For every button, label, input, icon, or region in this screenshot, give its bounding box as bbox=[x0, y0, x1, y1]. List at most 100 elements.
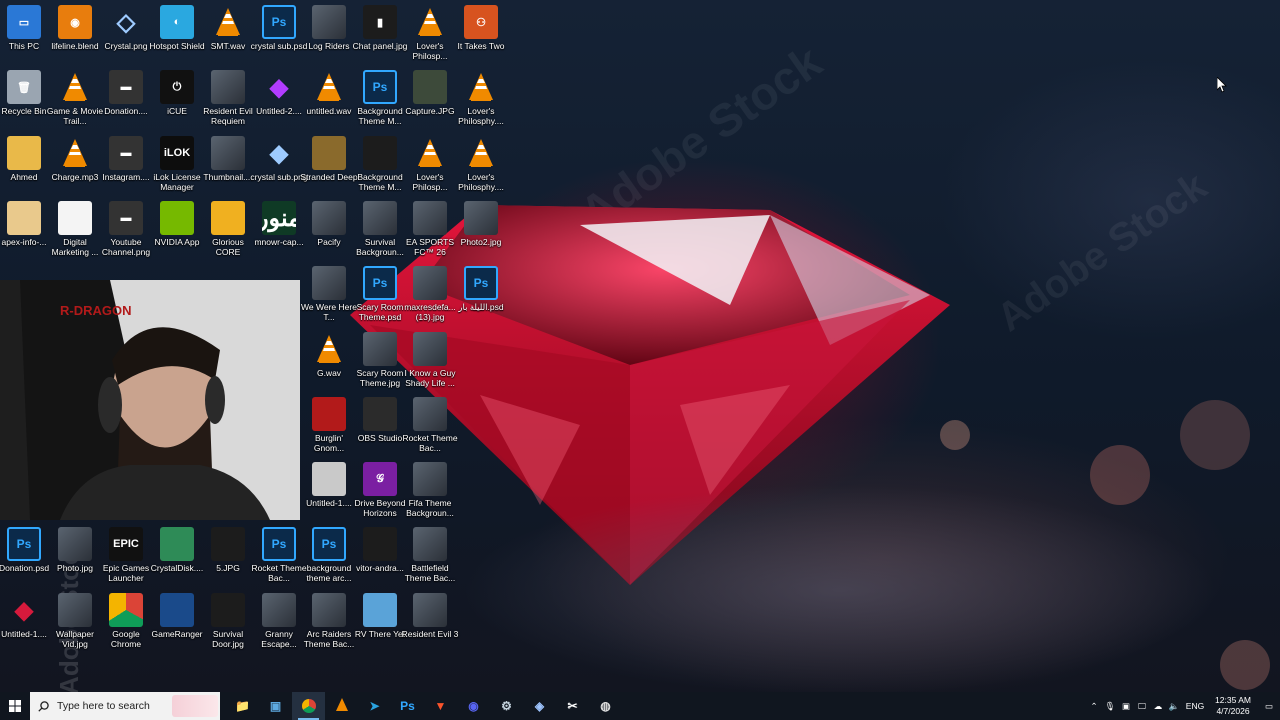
desktop-icon[interactable]: ⚇ It Takes Two bbox=[455, 5, 507, 51]
desktop-icon[interactable]: I Know a Guy Shady Life ... bbox=[404, 332, 456, 388]
clock[interactable]: 12:35 AM 4/7/2026 bbox=[1208, 695, 1258, 717]
desktop-icon[interactable]: ⏻ iCUE bbox=[151, 70, 203, 116]
desktop-icon[interactable]: Fifa Theme Backgroun... bbox=[404, 462, 456, 518]
desktop-icon[interactable]: CrystalDisk.... bbox=[151, 527, 203, 573]
taskbar-chrome-button[interactable] bbox=[292, 692, 325, 720]
desktop-icon[interactable]: GameRanger bbox=[151, 593, 203, 639]
desktop-icon[interactable]: We Were Here T... bbox=[301, 266, 357, 322]
desktop-icon[interactable]: ◆ Untitled-2.... bbox=[253, 70, 305, 117]
desktop-icon[interactable]: ◐ Hotspot Shield bbox=[149, 5, 205, 51]
volume-icon[interactable]: 🔈 bbox=[1166, 701, 1182, 712]
desktop-icon[interactable]: Digital Marketing ... bbox=[49, 201, 101, 257]
desktop-icon[interactable]: apex-info-... bbox=[0, 201, 50, 247]
desktop-icon[interactable]: ▭ This PC bbox=[0, 5, 50, 51]
desktop-icon[interactable]: Granny Escape... bbox=[253, 593, 305, 649]
desktop-icon[interactable]: 5.JPG bbox=[202, 527, 254, 573]
desktop-icon[interactable]: Background Theme M... bbox=[354, 136, 406, 192]
desktop-icon[interactable]: Game & Movie Trail... bbox=[47, 70, 103, 126]
desktop-icon[interactable]: Lover's Philosp... bbox=[404, 136, 456, 192]
taskbar-photoshop-button[interactable]: Ps bbox=[391, 692, 424, 720]
desktop-icon[interactable]: EPIC Epic Games Launcher bbox=[100, 527, 152, 583]
desktop-icon[interactable]: Resident Evil 3 bbox=[402, 593, 458, 639]
desktop-icon[interactable]: ◆ crystal sub.png bbox=[250, 136, 307, 183]
system-tray: ⌃ 🎙 ▣ 🖵 ☁ 🔈 ENG 12:35 AM 4/7/2026 ▭ bbox=[1086, 692, 1280, 720]
taskbar-vlc-button[interactable] bbox=[325, 692, 358, 720]
desktop-icon[interactable]: Survival Door.jpg bbox=[202, 593, 254, 649]
desktop-icon[interactable]: Ahmed bbox=[0, 136, 50, 182]
desktop-icon[interactable]: Rocket Theme Bac... bbox=[402, 397, 458, 453]
desktop-icon[interactable]: ◇ Crystal.png bbox=[100, 5, 152, 52]
desktop-icon[interactable]: maxresdefa... (13).jpg bbox=[404, 266, 456, 322]
desktop-icon[interactable]: SMT.wav bbox=[202, 5, 254, 51]
desktop-icon[interactable]: منور mnowr-cap... bbox=[253, 201, 305, 247]
desktop-icon[interactable]: Glorious CORE bbox=[202, 201, 254, 257]
desktop-icon[interactable]: ▬ Youtube Channel.png bbox=[100, 201, 152, 257]
taskbar-source-control-button[interactable]: ◈ bbox=[523, 692, 556, 720]
taskbar-steam-button[interactable]: ⚙ bbox=[490, 692, 523, 720]
desktop-icon[interactable]: RV There Yet bbox=[354, 593, 406, 639]
desktop-icon[interactable]: ▬ Instagram.... bbox=[100, 136, 152, 182]
desktop-icon[interactable]: Battlefield Theme Bac... bbox=[404, 527, 456, 583]
desktop-icon[interactable]: ◆ Untitled-1.... bbox=[0, 593, 50, 640]
start-button[interactable] bbox=[0, 692, 30, 720]
network-icon[interactable]: 🖵 bbox=[1134, 701, 1150, 712]
desktop-icon[interactable]: Thumbnail.... bbox=[202, 136, 254, 182]
desktop-icon[interactable]: Arc Raiders Theme Bac... bbox=[303, 593, 355, 649]
taskbar-capcut-button[interactable]: ✂ bbox=[556, 692, 589, 720]
desktop-icon[interactable]: Lover's Philosphy.... bbox=[455, 136, 507, 192]
onedrive-icon[interactable]: ☁ bbox=[1150, 701, 1166, 712]
desktop-icon[interactable]: Resident Evil Requiem bbox=[202, 70, 254, 126]
desktop-icon[interactable]: Scary Room Theme.jpg bbox=[354, 332, 406, 388]
desktop-icon[interactable]: iLOK iLok License Manager bbox=[151, 136, 203, 192]
desktop-icon[interactable]: Ps Rocket Theme Bac... bbox=[251, 527, 307, 583]
desktop-icon[interactable]: NVIDIA App bbox=[151, 201, 203, 247]
desktop-icon[interactable]: Charge.mp3 bbox=[49, 136, 101, 182]
desktop-icon[interactable]: Pacify bbox=[303, 201, 355, 247]
desktop-icon-label: It Takes Two bbox=[457, 41, 505, 51]
taskbar-obs-button[interactable]: ◍ bbox=[589, 692, 622, 720]
taskbar-app-window-button[interactable]: ▣ bbox=[259, 692, 292, 720]
desktop-icon[interactable]: Ps background theme arc... bbox=[303, 527, 355, 583]
desktop-icon[interactable]: Ps Scary Room Theme.psd bbox=[354, 266, 406, 322]
discord-icon: ◉ bbox=[468, 699, 479, 713]
desktop-icon[interactable]: untitled.wav bbox=[303, 70, 355, 116]
desktop-icon[interactable]: G.wav bbox=[303, 332, 355, 378]
desktop-icon[interactable]: Lover's Philosphy.... bbox=[455, 70, 507, 126]
desktop-icon[interactable]: Untitled-1.... bbox=[303, 462, 355, 508]
desktop-icon[interactable]: vitor-andra... bbox=[354, 527, 406, 573]
desktop-icon[interactable]: Ps Background Theme M... bbox=[354, 70, 406, 126]
taskbar-file-explorer-button[interactable]: 📁 bbox=[226, 692, 259, 720]
desktop-icon[interactable]: ▮ Chat panel.jpg bbox=[353, 5, 407, 51]
microphone-icon[interactable]: 🎙 bbox=[1102, 701, 1118, 712]
desktop-icon[interactable]: Ps Donation.psd bbox=[0, 527, 50, 573]
mnowr-icon: منور bbox=[262, 201, 296, 235]
desktop-icon[interactable]: Wallpaper Vid.jpg bbox=[49, 593, 101, 649]
desktop-icon[interactable]: Google Chrome bbox=[100, 593, 152, 649]
taskbar-search-box[interactable]: Type here to search bbox=[30, 692, 220, 720]
desktop[interactable]: Adobe Stock Adobe Stock Adobe Stock ▭ Thi… bbox=[0, 0, 1280, 692]
desktop-icon[interactable]: Survival Backgroun... bbox=[354, 201, 406, 257]
desktop-icon[interactable]: ◉ lifeline.blend bbox=[49, 5, 101, 51]
taskbar-telegram-button[interactable]: ➤ bbox=[358, 692, 391, 720]
desktop-icon[interactable]: Ps crystal sub.psd bbox=[251, 5, 307, 51]
language-indicator[interactable]: ENG bbox=[1182, 701, 1208, 711]
desktop-icon[interactable]: Burglin' Gnom... bbox=[303, 397, 355, 453]
desktop-icon[interactable]: Capture.JPG bbox=[404, 70, 456, 116]
desktop-icon[interactable]: Photo.jpg bbox=[49, 527, 101, 573]
desktop-icon[interactable]: Log Riders bbox=[303, 5, 355, 51]
chevron-up-icon[interactable]: ⌃ bbox=[1086, 701, 1102, 712]
taskbar-discord-button[interactable]: ◉ bbox=[457, 692, 490, 720]
desktop-icon[interactable]: ▬ Donation.... bbox=[100, 70, 152, 116]
desktop-icon[interactable]: Photo2.jpg bbox=[455, 201, 507, 247]
desktop-icon[interactable]: Lover's Philosp... bbox=[404, 5, 456, 61]
desktop-icon[interactable]: Ps الليلة بار.psd bbox=[455, 266, 507, 312]
taskbar-brave-button[interactable]: ▼ bbox=[424, 692, 457, 720]
notification-icon[interactable]: ▭ bbox=[1258, 701, 1280, 712]
desktop-icon[interactable]: Stranded Deep bbox=[300, 136, 358, 182]
desktop-icon[interactable]: 🗑 Recycle Bin bbox=[0, 70, 50, 116]
nvidia-icon bbox=[160, 201, 194, 235]
desktop-icon[interactable]: EA SPORTS FC™ 26 bbox=[404, 201, 456, 257]
meet-now-icon[interactable]: ▣ bbox=[1118, 701, 1134, 712]
desktop-icon[interactable]: OBS Studio bbox=[354, 397, 406, 443]
desktop-icon[interactable]: 𝒢 Drive Beyond Horizons bbox=[354, 462, 406, 518]
